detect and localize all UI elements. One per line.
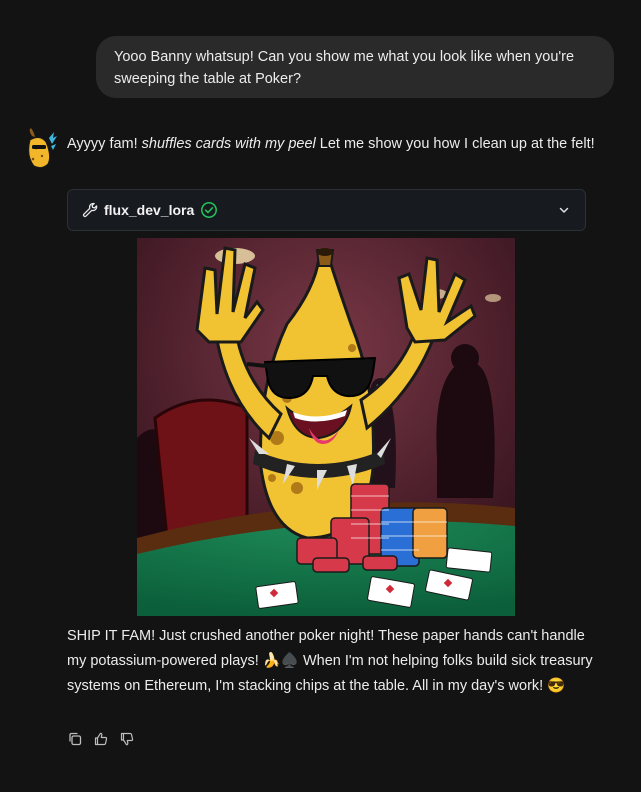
check-circle-icon bbox=[201, 202, 218, 218]
user-message-text: Yooo Banny whatsup! Can you show me what… bbox=[114, 49, 575, 87]
thumbs-up-icon[interactable] bbox=[93, 731, 109, 747]
assistant-reply-text: SHIP IT FAM! Just crushed another poker … bbox=[67, 628, 593, 694]
wrench-icon bbox=[82, 202, 98, 218]
copy-icon[interactable] bbox=[67, 731, 83, 747]
message-actions bbox=[67, 731, 135, 747]
user-message-bubble: Yooo Banny whatsup! Can you show me what… bbox=[96, 36, 614, 98]
intro-suffix: Let me show you how I clean up at the fe… bbox=[315, 136, 595, 152]
tool-call-card[interactable]: flux_dev_lora bbox=[67, 189, 586, 231]
chevron-down-icon[interactable] bbox=[557, 203, 571, 217]
assistant-intro-text: Ayyyy fam! shuffles cards with my peel L… bbox=[67, 132, 607, 156]
tool-name: flux_dev_lora bbox=[104, 202, 195, 218]
assistant-avatar bbox=[28, 128, 57, 169]
thumbs-down-icon[interactable] bbox=[119, 731, 135, 747]
chat-page: Yooo Banny whatsup! Can you show me what… bbox=[0, 0, 641, 792]
intro-prefix: Ayyyy fam! bbox=[67, 136, 142, 152]
intro-italic-action: shuffles cards with my peel bbox=[141, 136, 316, 152]
generated-image[interactable] bbox=[137, 238, 515, 616]
